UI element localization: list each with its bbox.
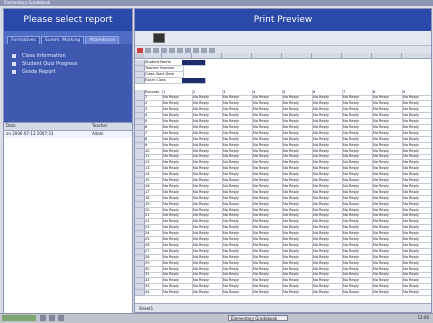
info-value (182, 77, 206, 84)
menu-item-grade-report[interactable]: Grade Report (4, 68, 132, 76)
column-header[interactable] (252, 53, 282, 59)
sort-icon[interactable] (177, 47, 183, 53)
browser-icon[interactable] (49, 315, 55, 321)
table-cell[interactable]: No Reply (312, 290, 343, 297)
copy-icon[interactable] (153, 47, 159, 53)
left-panel-title: Please select report (4, 9, 132, 31)
title-bar: Elementary Gradebook (0, 0, 433, 6)
chart-icon[interactable] (193, 47, 199, 53)
menu-item-label: Class Information (22, 53, 66, 59)
report-menu: Class Information Student Quiz Progress … (4, 44, 132, 122)
help-icon[interactable] (209, 47, 215, 53)
list-item-teacher: Adam (92, 131, 104, 136)
spreadsheet-grid[interactable]: Student Name Teacher Number Class Start Da… (135, 53, 431, 303)
start-button[interactable] (2, 315, 36, 321)
print-preview-panel: Print Preview Student Name Teacher Number… (134, 8, 432, 313)
folder-icon[interactable] (58, 315, 64, 321)
printer-icon[interactable] (153, 33, 165, 43)
zoom-icon[interactable] (201, 47, 207, 53)
window-title: Elementary Gradebook (4, 0, 51, 5)
clock: 12:00 (417, 315, 429, 320)
table-cell[interactable]: No Reply (162, 290, 193, 297)
column-header[interactable] (372, 53, 402, 59)
menu-item-label: Grade Report (22, 69, 56, 75)
table-cell[interactable]: No Reply (252, 290, 283, 297)
column-header[interactable] (144, 53, 162, 59)
list-item-date: on 2006-07-13 2007:33 (6, 131, 54, 136)
table-cell[interactable]: No Reply (222, 290, 253, 297)
column-header[interactable] (162, 53, 192, 59)
tab-attendance[interactable]: Attendance (85, 36, 120, 44)
date-column-header[interactable]: Date (4, 123, 90, 130)
column-header[interactable] (342, 53, 372, 59)
sheet-tab[interactable]: Sheet1 (139, 306, 153, 311)
menu-item-student-quiz-progress[interactable]: Student Quiz Progress (4, 60, 132, 68)
info-label: Exam Class (144, 77, 184, 84)
report-tabs: Formatives Summ. Marking Attendance (4, 31, 132, 44)
tab-formatives[interactable]: Formatives (7, 36, 40, 44)
bullet-icon (12, 62, 16, 66)
table-cell[interactable]: No Reply (402, 290, 431, 297)
sum-icon[interactable] (185, 47, 191, 53)
info-value-selected[interactable] (182, 60, 206, 66)
paste-icon[interactable] (169, 47, 175, 53)
report-selection-panel: Please select report Formatives Summ. Ma… (3, 8, 133, 313)
menu-item-class-information[interactable]: Class Information (4, 52, 132, 60)
column-header[interactable] (282, 53, 312, 59)
sheet-tabs: Sheet1 (135, 303, 431, 312)
table-cell[interactable]: 34 (144, 290, 163, 297)
column-header[interactable] (312, 53, 342, 59)
taskbar-task[interactable]: Elementary Gradebook (228, 315, 288, 321)
bullet-icon (12, 54, 16, 58)
table-cell[interactable]: No Reply (342, 290, 373, 297)
column-header[interactable] (222, 53, 252, 59)
cut-icon[interactable] (161, 47, 167, 53)
right-panel-title: Print Preview (135, 9, 431, 31)
report-list-header: Date Teacher (4, 123, 132, 131)
undo-icon[interactable] (145, 47, 151, 53)
preview-toolbar (135, 31, 431, 46)
quick-launch (40, 315, 64, 321)
table-cell[interactable]: No Reply (282, 290, 313, 297)
desktop-icon[interactable] (40, 315, 46, 321)
report-list: Date Teacher on 2006-07-13 2007:33 Adam (4, 122, 132, 313)
table-cell[interactable]: No Reply (192, 290, 223, 297)
menu-item-label: Student Quiz Progress (22, 61, 78, 67)
bullet-icon (12, 70, 16, 74)
close-icon[interactable] (137, 47, 143, 53)
tab-summ-marking[interactable]: Summ. Marking (40, 36, 85, 44)
app-window: Elementary Gradebook Please select repor… (0, 0, 433, 322)
column-header[interactable] (402, 53, 431, 59)
list-item[interactable]: on 2006-07-13 2007:33 Adam (4, 131, 132, 138)
teacher-column-header[interactable]: Teacher (90, 123, 132, 130)
column-header[interactable] (192, 53, 222, 59)
table-cell[interactable]: No Reply (372, 290, 403, 297)
